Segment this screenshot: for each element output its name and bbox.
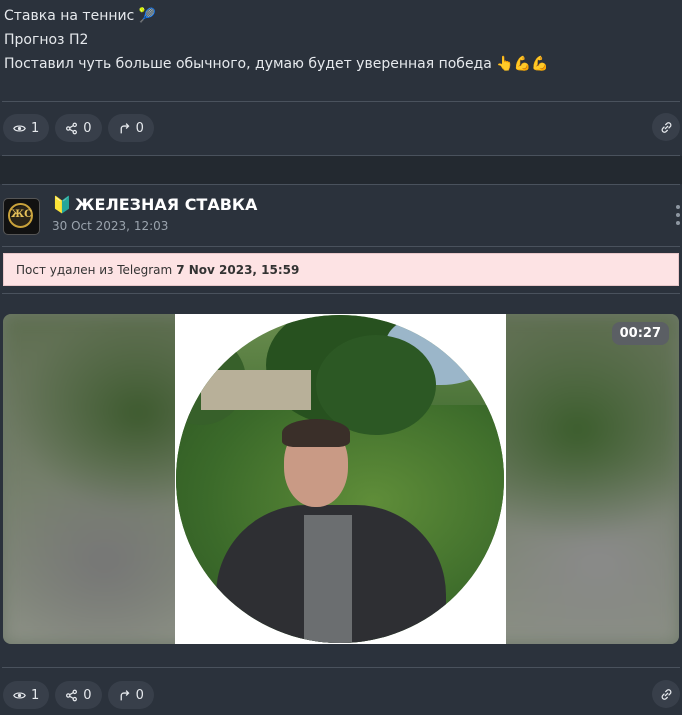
link-icon [661, 121, 671, 133]
post-separator [0, 156, 682, 184]
shares-button[interactable]: 0 [55, 681, 102, 709]
link-icon [661, 688, 671, 700]
post-line: Прогноз П2 [4, 32, 89, 48]
views-count: 1 [31, 687, 40, 703]
shares-count: 0 [83, 687, 92, 703]
video-duration: 00:27 [611, 322, 669, 345]
forward-icon [120, 122, 130, 133]
eye-icon [13, 691, 26, 699]
forwards-count: 0 [135, 687, 144, 703]
divider [2, 246, 680, 247]
channel-name[interactable]: 🔰 ЖЕЛЕЗНАЯ СТАВКА [52, 195, 257, 214]
video-player[interactable]: 00:27 [3, 314, 679, 644]
post-date: 30 Oct 2023, 12:03 [52, 219, 169, 233]
beginner-badge-icon: 🔰 [52, 195, 72, 214]
divider [2, 667, 680, 668]
more-vertical-icon[interactable] [674, 205, 682, 225]
copy-link-button[interactable] [652, 680, 680, 708]
forwards-button[interactable]: 0 [107, 114, 154, 142]
avatar-logo-text: ЖС [10, 209, 33, 220]
previous-post-text: Ставка на теннис 🎾 Прогноз П2 Поставил ч… [4, 4, 549, 76]
share-icon [66, 122, 78, 134]
forward-icon [120, 689, 130, 700]
previous-post-stats: 1 0 0 [3, 114, 154, 142]
views-button[interactable]: 1 [3, 114, 50, 142]
forwards-button[interactable]: 0 [107, 681, 154, 709]
share-icon [66, 689, 78, 701]
channel-avatar[interactable]: ЖС [3, 198, 40, 235]
shares-count: 0 [83, 120, 92, 136]
video-thumbnail [175, 314, 506, 644]
copy-link-button[interactable] [652, 113, 680, 141]
divider [2, 184, 680, 185]
views-button[interactable]: 1 [3, 681, 50, 709]
views-count: 1 [31, 120, 40, 136]
eye-icon [13, 124, 26, 132]
round-video-frame [176, 315, 504, 643]
post-line: Поставил чуть больше обычного, думаю буд… [4, 56, 549, 72]
post-line: Ставка на теннис 🎾 [4, 8, 157, 24]
forwards-count: 0 [135, 120, 144, 136]
deleted-notice-text: Пост удален из Telegram [16, 262, 173, 277]
deleted-notice: Пост удален из Telegram 7 Nov 2023, 15:5… [3, 253, 679, 286]
shares-button[interactable]: 0 [55, 114, 102, 142]
divider [2, 101, 680, 102]
deleted-notice-date: 7 Nov 2023, 15:59 [176, 262, 300, 277]
divider [2, 293, 680, 294]
post-stats: 1 0 0 [3, 681, 154, 709]
channel-title: ЖЕЛЕЗНАЯ СТАВКА [74, 195, 258, 214]
